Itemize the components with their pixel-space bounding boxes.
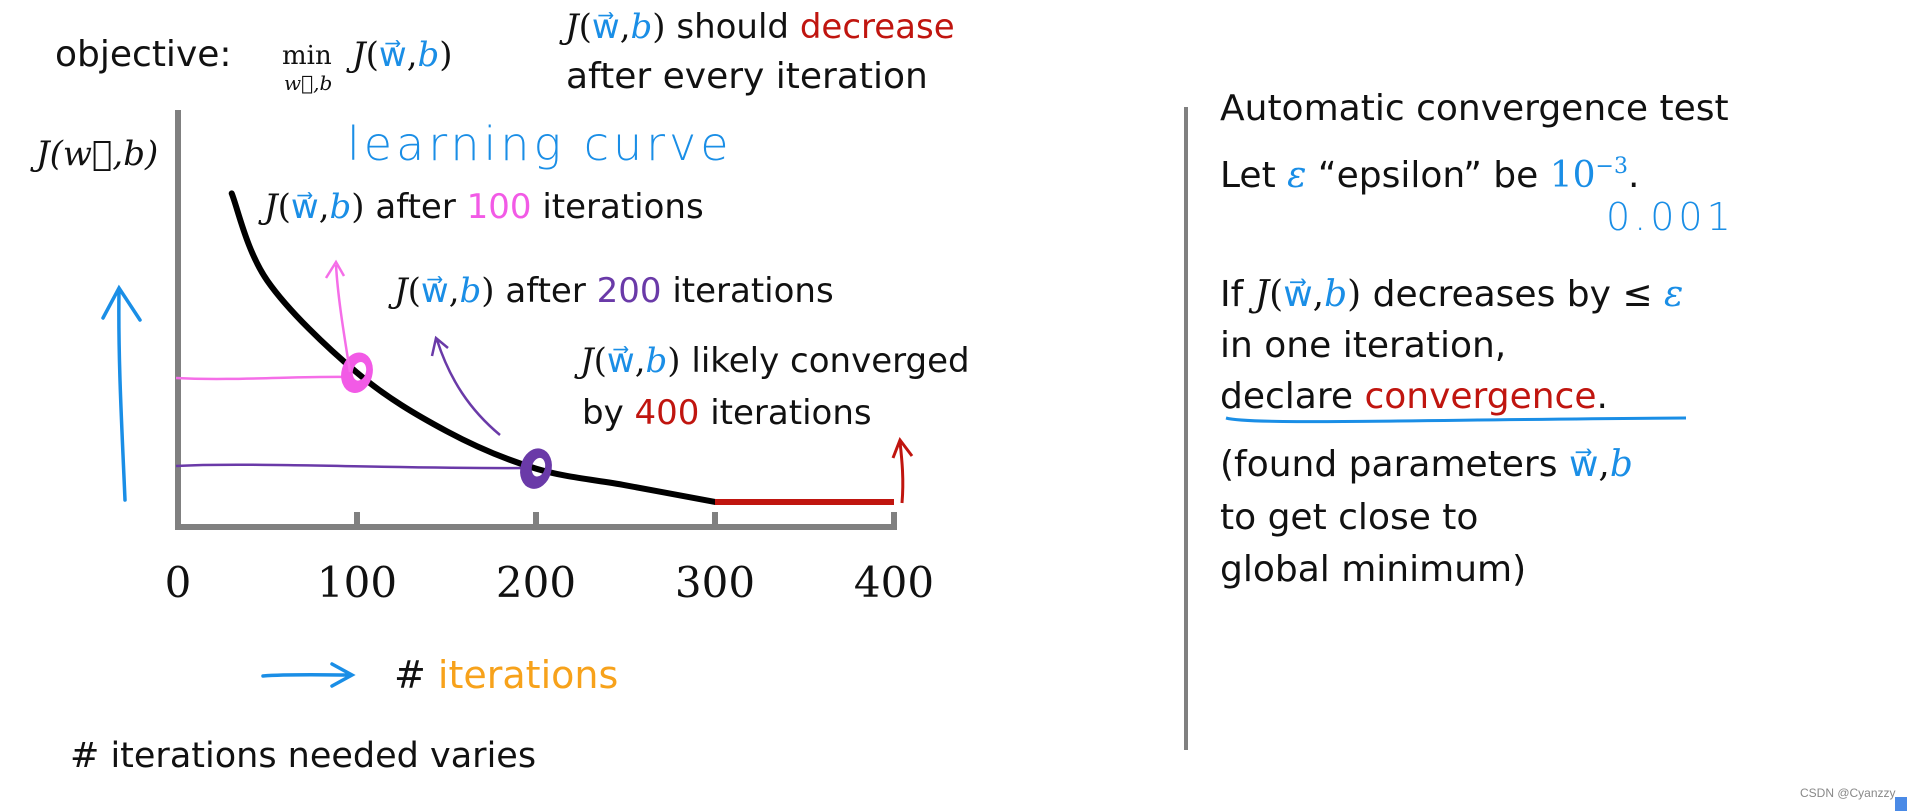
objective-text: objective:: [55, 34, 232, 75]
handwritten-0001: 0.001: [1606, 195, 1735, 239]
condition-line1: If J(w⃗,b) decreases by ≤ ε: [1220, 274, 1683, 315]
found-params-line3: global minimum): [1220, 549, 1526, 590]
should-decrease-line2: after every iteration: [566, 56, 928, 97]
x-axis-label: # iterations: [394, 653, 618, 697]
chart-title: learning curve: [347, 117, 733, 171]
right-panel: Automatic convergence test Let ε “epsilo…: [1220, 88, 1735, 590]
red-arrow: [891, 436, 914, 504]
watermark: CSDN @Cyanzzy: [1800, 786, 1896, 800]
found-params-line2: to get close to: [1220, 497, 1478, 538]
declare-convergence: declare convergence.: [1220, 376, 1608, 417]
x-tick-label: 300: [675, 558, 755, 607]
corner-mark: [1895, 797, 1907, 811]
condition-line2: in one iteration,: [1220, 325, 1506, 366]
y-axis-label: J(w⃗,b): [30, 134, 158, 174]
up-arrow-icon: [101, 284, 142, 502]
footer-note: # iterations needed varies: [70, 736, 536, 776]
slide: objective: min w⃗,b J(w⃗,b) J(w⃗,b) shou…: [30, 7, 1907, 811]
x-tick-label: 100: [317, 558, 397, 607]
should-decrease-line1: J(w⃗,b) should decrease: [559, 7, 955, 47]
min-operator: min: [282, 41, 332, 71]
convergence-test-title: Automatic convergence test: [1220, 88, 1729, 129]
right-arrow-icon: [261, 662, 356, 688]
learning-curve-chart: J(w⃗,b) learning curve 0 100 200 300 400 J(w…: [30, 110, 970, 697]
x-tick-label: 200: [496, 558, 576, 607]
handwritten-underline: [1225, 416, 1687, 424]
annotation-converged-line1: J(w⃗,b) likely converged: [574, 341, 970, 381]
objective-formula: J(w⃗,b): [346, 35, 453, 75]
annotation-100: J(w⃗,b) after 100 iterations: [258, 187, 704, 227]
pink-guide-line: [175, 375, 351, 381]
epsilon-definition: Let ε “epsilon” be 10−3.: [1220, 154, 1639, 196]
min-subscript: w⃗,b: [284, 71, 332, 95]
annotation-200: J(w⃗,b) after 200 iterations: [388, 271, 834, 311]
purple-arrow: [430, 335, 501, 436]
x-tick-label: 400: [854, 558, 934, 607]
annotation-converged-line2: by 400 iterations: [582, 393, 872, 433]
purple-guide-line: [175, 463, 529, 470]
found-params-line1: (found parameters w⃗,b: [1220, 444, 1633, 485]
x-tick-label: 0: [165, 558, 192, 607]
